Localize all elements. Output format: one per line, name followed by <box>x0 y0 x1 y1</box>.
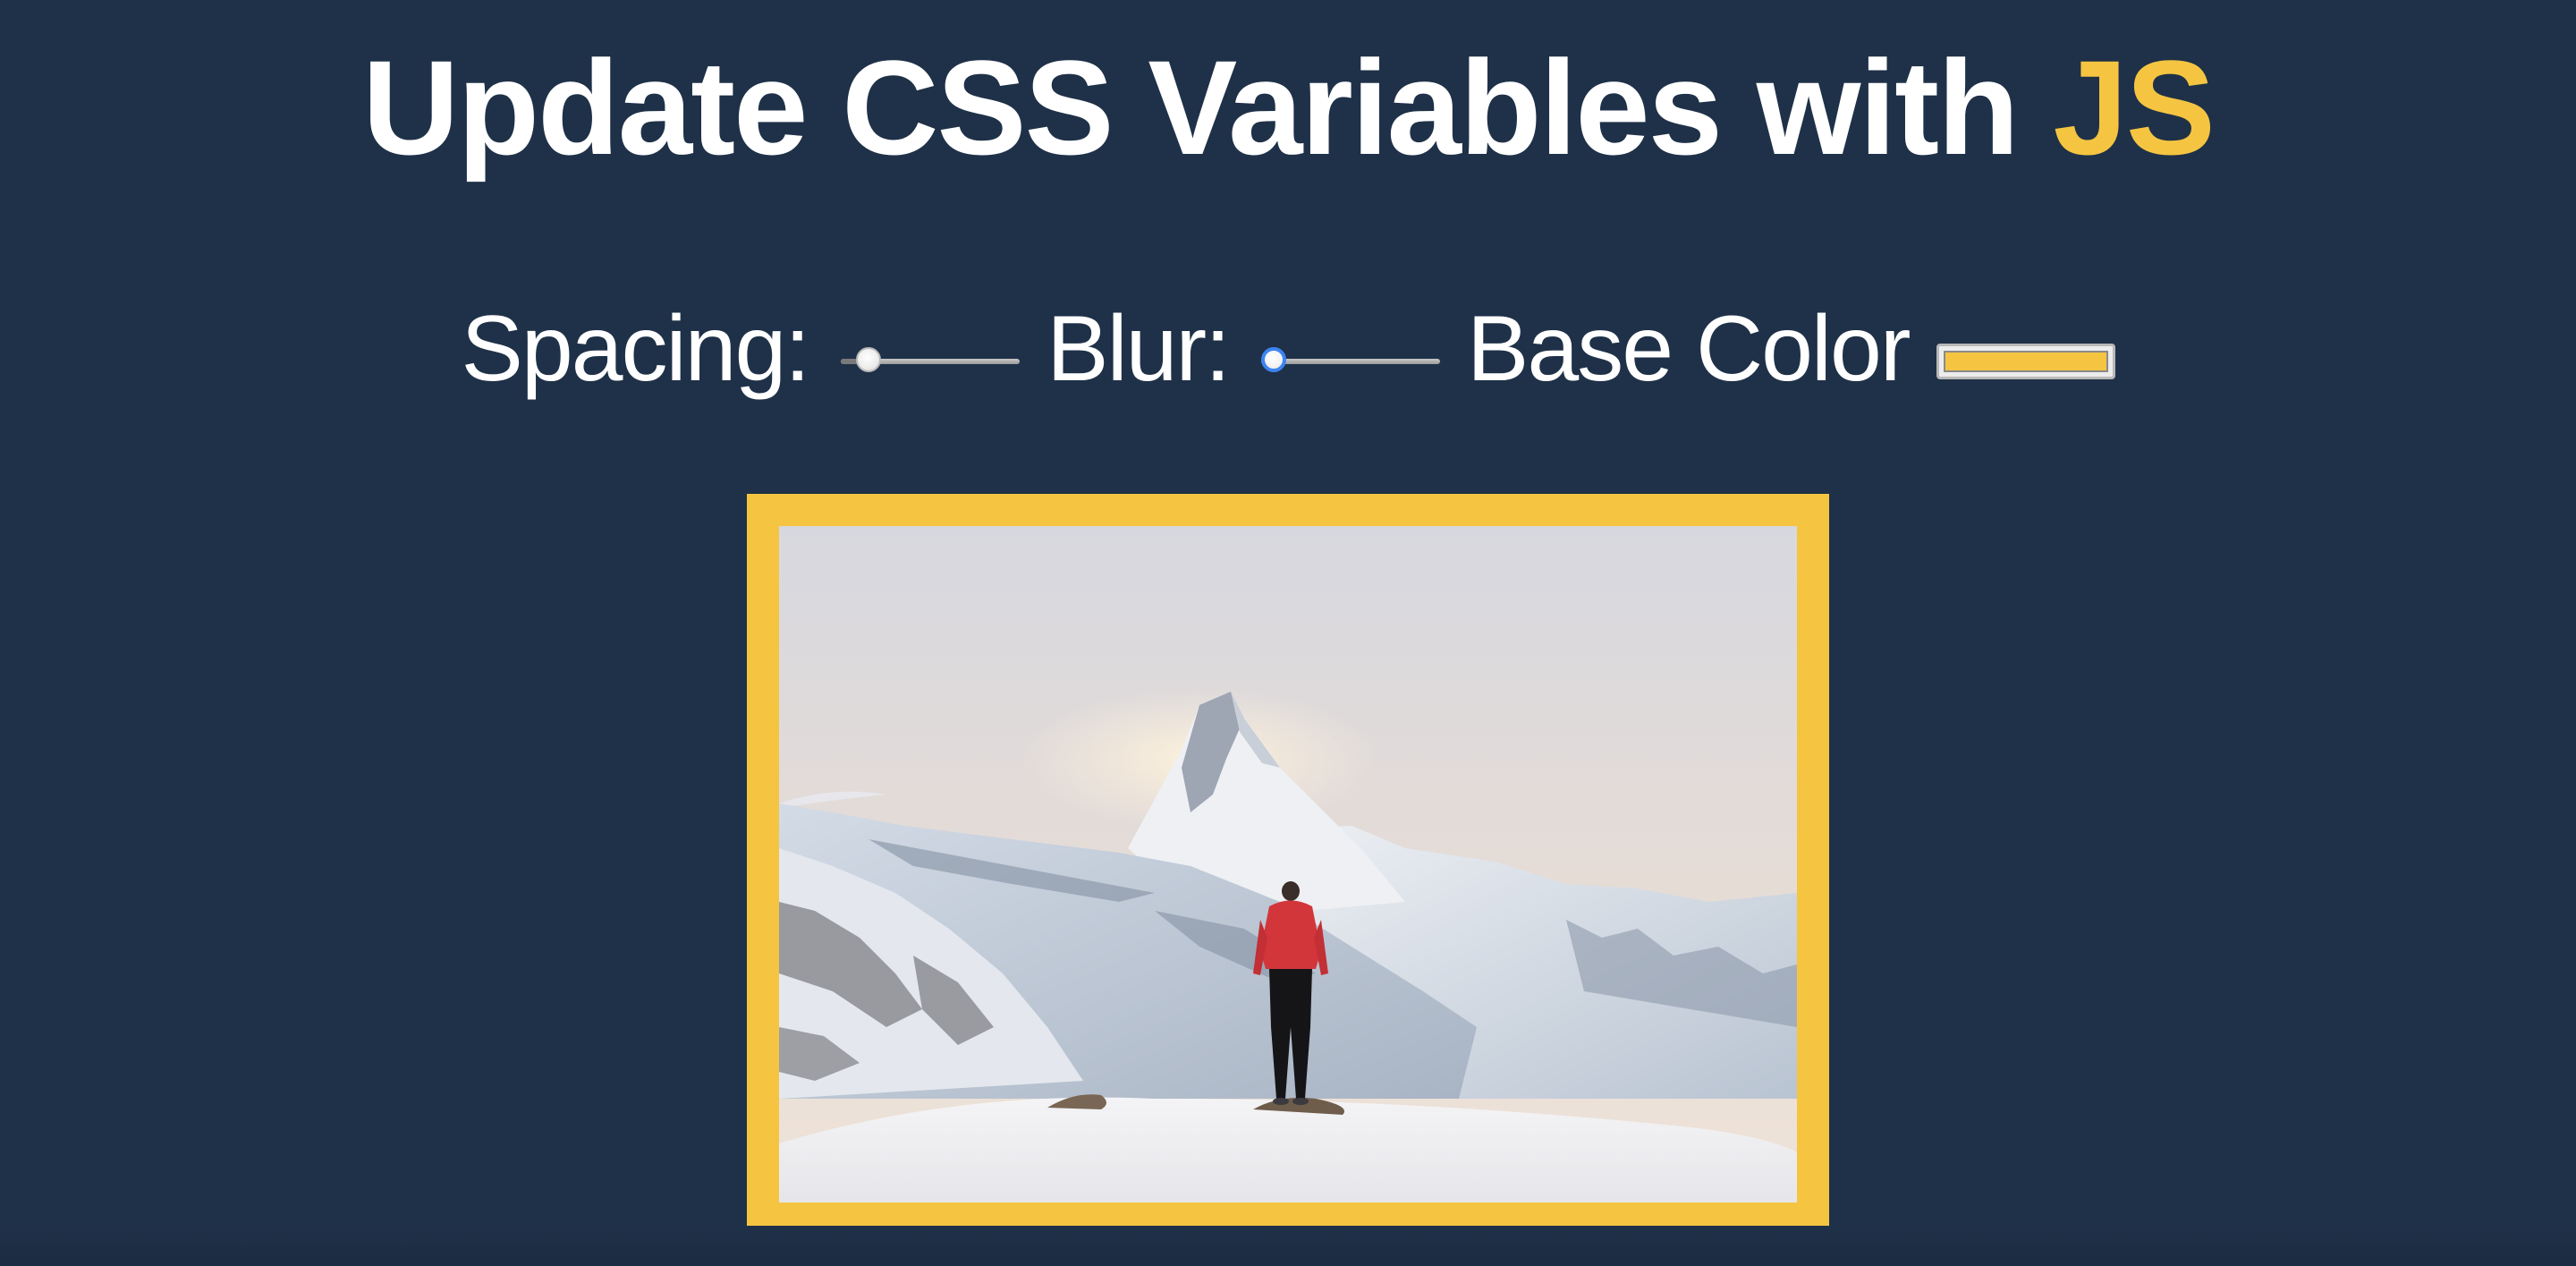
title-highlight-text: JS <box>2053 32 2215 183</box>
spacing-slider[interactable] <box>841 344 1021 379</box>
mountain-photo-icon <box>779 526 1797 1202</box>
spacing-slider-thumb[interactable] <box>856 347 882 372</box>
blur-label: Blur: <box>1046 297 1231 401</box>
bottom-shade <box>0 1226 2576 1266</box>
base-color-label: Base Color <box>1467 297 1911 401</box>
blur-slider-thumb[interactable] <box>1261 347 1287 372</box>
title-main-text: Update CSS Variables with <box>362 32 2054 183</box>
page-title: Update CSS Variables with JS <box>0 36 2576 179</box>
image-frame <box>747 494 1829 1235</box>
spacing-label: Spacing: <box>461 297 810 401</box>
blur-slider[interactable] <box>1261 344 1441 379</box>
blur-slider-track <box>1261 359 1441 364</box>
base-color-swatch <box>1943 351 2108 372</box>
controls-bar: Spacing: Blur: Base Color <box>0 295 2576 403</box>
base-color-picker[interactable] <box>1936 344 2115 379</box>
